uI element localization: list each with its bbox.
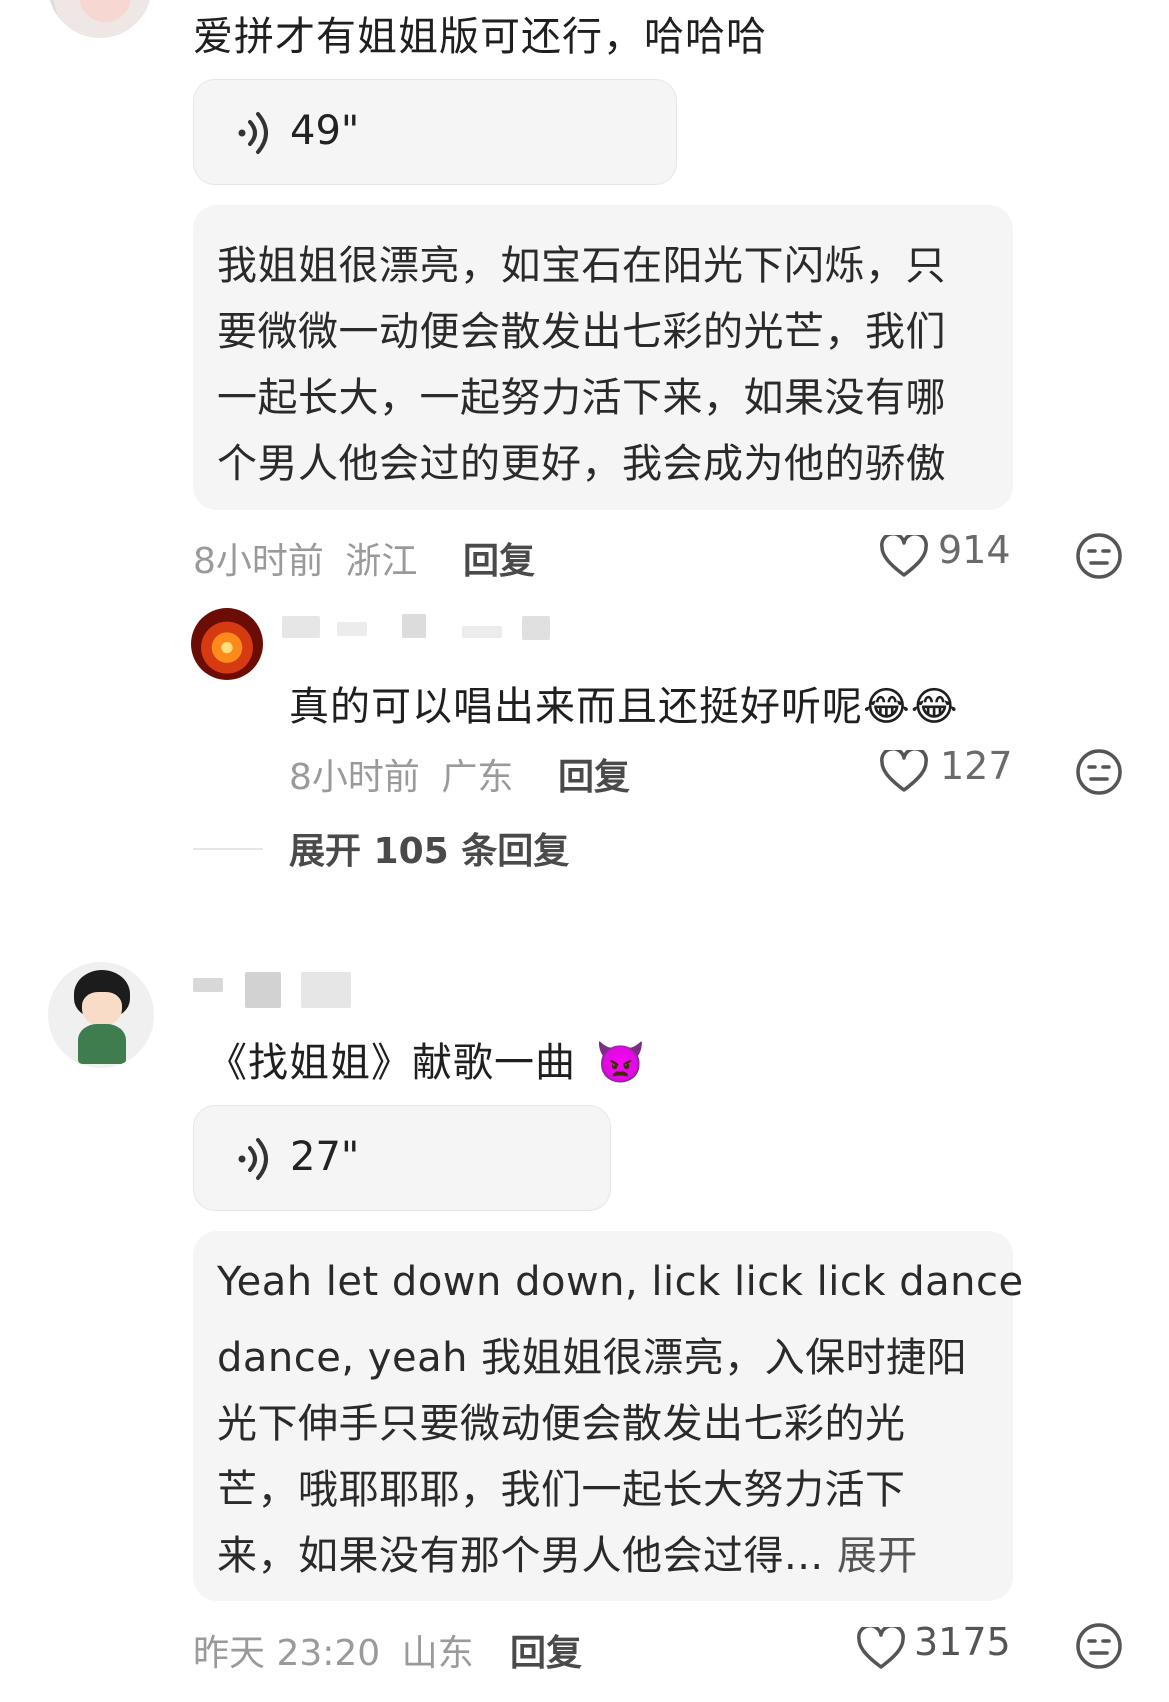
transcript-line: 我姐姐很漂亮，如宝石在阳光下闪烁，只 xyxy=(217,243,946,289)
commenter-avatar[interactable] xyxy=(48,0,152,38)
transcript-line: Yeah let down down, lick lick lick dance xyxy=(217,1259,1024,1305)
reply-text: 真的可以唱出来而且还挺好听呢😂😂 xyxy=(289,674,958,732)
comment-text: 《找姐姐》献歌一曲 👿 xyxy=(207,1030,647,1088)
heart-icon[interactable] xyxy=(880,535,928,579)
transcript-line: 要微微一动便会散发出七彩的光芒，我们 xyxy=(217,309,946,355)
voice-transcript: Yeah let down down, lick lick lick dance… xyxy=(193,1231,1023,1601)
reply-meta: 8小时前 广东 xyxy=(289,748,513,800)
voice-transcript: 我姐姐很漂亮，如宝石在阳光下闪烁，只 要微微一动便会散发出七彩的光芒，我们 一起… xyxy=(193,205,1013,510)
reply-button[interactable]: 回复 xyxy=(510,1624,582,1676)
sound-wave-icon xyxy=(238,1138,268,1180)
reply-button[interactable]: 回复 xyxy=(463,532,535,584)
replier-avatar[interactable] xyxy=(191,608,263,680)
username-redacted[interactable] xyxy=(282,612,582,652)
voice-duration: 49" xyxy=(290,108,360,154)
laughing-crying-emoji-icon: 😂😂 xyxy=(863,684,959,730)
comment-location: 浙江 xyxy=(345,541,418,582)
reply-text-content: 真的可以唱出来而且还挺好听呢 xyxy=(289,684,863,730)
heart-icon[interactable] xyxy=(857,1627,905,1671)
transcript-line: 一起长大，一起努力活下来，如果没有哪 xyxy=(217,375,946,421)
voice-duration: 27" xyxy=(290,1134,360,1180)
expand-replies-button[interactable]: 展开 105 条回复 xyxy=(289,822,569,874)
like-count: 914 xyxy=(938,528,1011,572)
devil-emoji-icon: 👿 xyxy=(595,1040,647,1086)
comment-location: 山东 xyxy=(401,1633,474,1674)
neutral-face-icon[interactable] xyxy=(1075,532,1123,580)
voice-message-button[interactable]: 27" xyxy=(193,1105,611,1211)
username-redacted[interactable] xyxy=(193,970,363,1010)
like-count: 127 xyxy=(940,744,1013,788)
transcript-line: dance, yeah 我姐姐很漂亮，入保时捷阳 xyxy=(217,1335,968,1381)
transcript-line: 来，如果没有那个男人他会过得... 展开 xyxy=(217,1523,918,1581)
reply-location: 广东 xyxy=(441,757,514,798)
reply-time: 8小时前 xyxy=(289,757,420,798)
comment-meta: 8小时前 浙江 xyxy=(193,532,417,584)
neutral-face-icon[interactable] xyxy=(1075,1622,1123,1670)
transcript-line: 芒，哦耶耶耶，我们一起长大努力活下 xyxy=(217,1467,906,1513)
commenter-avatar[interactable] xyxy=(48,962,154,1068)
expand-divider xyxy=(193,848,263,850)
transcript-line-text: 来，如果没有那个男人他会过得... xyxy=(217,1533,824,1579)
voice-message-button[interactable]: 49" xyxy=(193,79,677,185)
like-count: 3175 xyxy=(914,1620,1011,1664)
comment-text: 爱拼才有姐姐版可还行，哈哈哈 xyxy=(193,14,767,60)
sound-wave-icon xyxy=(238,112,268,154)
expand-transcript-button[interactable]: 展开 xyxy=(837,1533,918,1579)
comment-time: 8小时前 xyxy=(193,541,324,582)
transcript-line: 光下伸手只要微动便会散发出七彩的光 xyxy=(217,1401,906,1447)
reply-button[interactable]: 回复 xyxy=(558,748,630,800)
comment-time: 昨天 23:20 xyxy=(193,1633,381,1674)
comment-meta: 昨天 23:20 山东 xyxy=(193,1624,474,1676)
comment-text-content: 《找姐姐》献歌一曲 xyxy=(207,1040,576,1086)
neutral-face-icon[interactable] xyxy=(1075,748,1123,796)
transcript-line: 个男人他会过的更好，我会成为他的骄傲 xyxy=(217,441,946,487)
heart-icon[interactable] xyxy=(880,750,928,794)
